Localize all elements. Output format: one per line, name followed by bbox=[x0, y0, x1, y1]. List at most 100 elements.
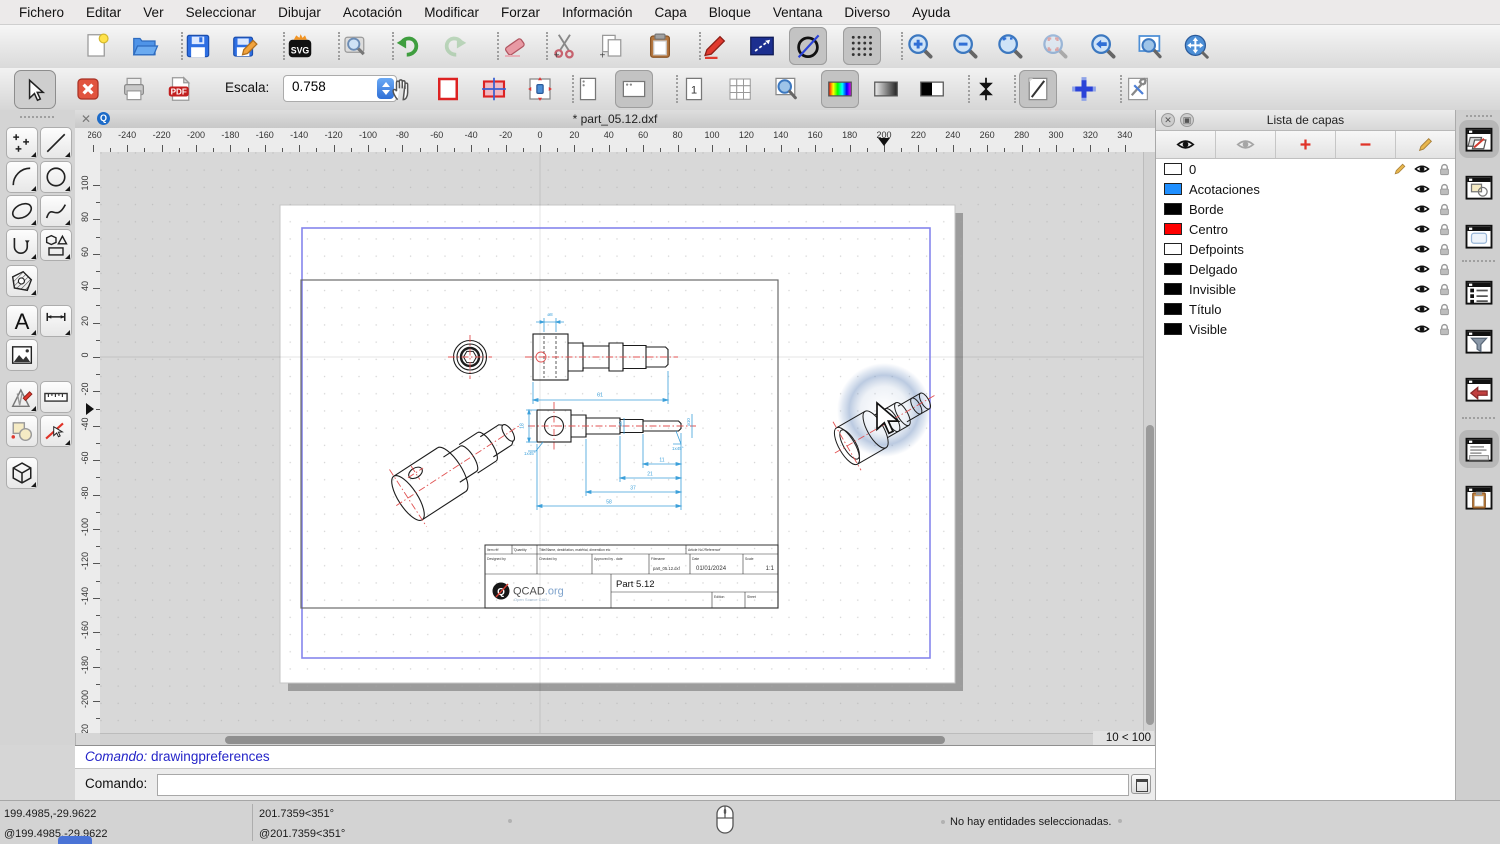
svg-export-button[interactable]: SVG bbox=[281, 27, 319, 65]
menu-dibujar[interactable]: Dibujar bbox=[267, 0, 332, 25]
layer-visibility-icon[interactable] bbox=[1411, 242, 1433, 256]
layer-lock-icon[interactable] bbox=[1433, 163, 1455, 176]
layer-lock-icon[interactable] bbox=[1433, 263, 1455, 276]
color-mode-button[interactable] bbox=[821, 70, 859, 108]
layer-visibility-icon[interactable] bbox=[1411, 322, 1433, 336]
menu-forzar[interactable]: Forzar bbox=[490, 0, 551, 25]
menu-ver[interactable]: Ver bbox=[132, 0, 174, 25]
command-input[interactable] bbox=[157, 774, 1129, 796]
dock-properties-button[interactable] bbox=[1464, 278, 1494, 306]
vertical-scrollbar-thumb[interactable] bbox=[1146, 425, 1154, 725]
arc-tool[interactable] bbox=[6, 161, 38, 193]
layer-visibility-icon[interactable] bbox=[1411, 202, 1433, 216]
dock-relations-button[interactable] bbox=[1464, 375, 1494, 403]
block-tool[interactable] bbox=[6, 415, 38, 447]
scale-field[interactable] bbox=[283, 75, 397, 102]
menu-seleccionar[interactable]: Seleccionar bbox=[175, 0, 268, 25]
zoom-auto-button[interactable] bbox=[991, 27, 1029, 65]
bw-mode-button[interactable] bbox=[913, 70, 951, 108]
dock-clipboard-button[interactable] bbox=[1464, 483, 1494, 511]
preferences-button[interactable] bbox=[1119, 70, 1157, 108]
page-landscape-button[interactable] bbox=[615, 70, 653, 108]
zoom-previous-button[interactable] bbox=[1084, 27, 1122, 65]
text-tool[interactable]: A bbox=[6, 305, 38, 337]
pan-hand-button[interactable] bbox=[383, 70, 421, 108]
layer-row-acotaciones[interactable]: Acotaciones bbox=[1156, 179, 1455, 199]
solid-3d-tool[interactable] bbox=[6, 457, 38, 489]
show-all-button[interactable] bbox=[1156, 131, 1216, 158]
image-tool[interactable] bbox=[6, 339, 38, 371]
spline-tool[interactable] bbox=[40, 195, 72, 227]
page-portrait-button[interactable] bbox=[569, 70, 607, 108]
menu-capa[interactable]: Capa bbox=[644, 0, 698, 25]
menu-acotacion[interactable]: Acotación bbox=[332, 0, 413, 25]
hatch-tool[interactable] bbox=[6, 265, 38, 297]
layer-lock-icon[interactable] bbox=[1433, 243, 1455, 256]
dock-layers-button[interactable] bbox=[1464, 125, 1494, 153]
modify-tool[interactable] bbox=[40, 415, 72, 447]
measure-ruler-tool[interactable] bbox=[40, 381, 72, 413]
layer-lock-icon[interactable] bbox=[1433, 223, 1455, 236]
layer-visibility-icon[interactable] bbox=[1411, 162, 1433, 176]
scale-input[interactable] bbox=[290, 78, 374, 95]
layer-lock-icon[interactable] bbox=[1433, 283, 1455, 296]
menu-diverso[interactable]: Diverso bbox=[833, 0, 901, 25]
layer-row-defpoints[interactable]: Defpoints bbox=[1156, 239, 1455, 259]
shapes-tool[interactable] bbox=[40, 229, 72, 261]
edit-layer-button[interactable] bbox=[1396, 131, 1455, 158]
draw-pencil-button[interactable] bbox=[696, 27, 734, 65]
pointer-tool-button[interactable] bbox=[14, 70, 56, 109]
circle-2points-button[interactable] bbox=[789, 27, 827, 65]
pan-button[interactable] bbox=[1177, 27, 1215, 65]
layer-lock-icon[interactable] bbox=[1433, 323, 1455, 336]
single-page-button[interactable]: 1 bbox=[675, 70, 713, 108]
print-button[interactable] bbox=[115, 70, 153, 108]
open-file-button[interactable] bbox=[126, 27, 164, 65]
hairline-button[interactable] bbox=[967, 70, 1005, 108]
layer-row-[interactable]: 0 bbox=[1156, 159, 1455, 179]
ellipse-tool[interactable] bbox=[6, 195, 38, 227]
dock-command-button[interactable] bbox=[1464, 435, 1494, 463]
remove-layer-button[interactable] bbox=[1336, 131, 1396, 158]
layer-row-visible[interactable]: Visible bbox=[1156, 319, 1455, 339]
zoom-selection-button[interactable] bbox=[1036, 27, 1074, 65]
layer-visibility-icon[interactable] bbox=[1411, 262, 1433, 276]
cut-button[interactable]: + bbox=[546, 27, 584, 65]
dock-filter-button[interactable] bbox=[1464, 327, 1494, 355]
layer-row-centro[interactable]: Centro bbox=[1156, 219, 1455, 239]
zoom-in-button[interactable] bbox=[901, 27, 939, 65]
zoom-out-button[interactable] bbox=[946, 27, 984, 65]
layer-row-invisible[interactable]: Invisible bbox=[1156, 279, 1455, 299]
menu-bloque[interactable]: Bloque bbox=[698, 0, 762, 25]
snap-grid-button[interactable] bbox=[843, 27, 881, 65]
grayscale-mode-button[interactable] bbox=[867, 70, 905, 108]
paper-preview-button[interactable] bbox=[1019, 70, 1057, 108]
crosshair-button[interactable] bbox=[1065, 70, 1103, 108]
layer-row-borde[interactable]: Borde bbox=[1156, 199, 1455, 219]
points-tool[interactable] bbox=[6, 127, 38, 159]
layer-visibility-icon[interactable] bbox=[1411, 282, 1433, 296]
layer-lock-icon[interactable] bbox=[1433, 203, 1455, 216]
copy-button[interactable]: + bbox=[593, 27, 631, 65]
layer-visibility-icon[interactable] bbox=[1411, 302, 1433, 316]
palette-handle[interactable] bbox=[20, 116, 54, 118]
menu-modificar[interactable]: Modificar bbox=[413, 0, 490, 25]
polyline-tool[interactable] bbox=[6, 229, 38, 261]
dock-handle[interactable] bbox=[1466, 115, 1492, 117]
drawing-canvas[interactable]: ø8 61 bbox=[100, 152, 1143, 733]
layer-lock-icon[interactable] bbox=[1433, 303, 1455, 316]
layer-row-titulo[interactable]: Título bbox=[1156, 299, 1455, 319]
zoom-page-button[interactable] bbox=[767, 70, 805, 108]
paper-crop-button[interactable] bbox=[475, 70, 513, 108]
menu-informacion[interactable]: Información bbox=[551, 0, 644, 25]
layer-visibility-icon[interactable] bbox=[1411, 222, 1433, 236]
command-options-button[interactable] bbox=[1131, 774, 1151, 794]
paper-border-button[interactable] bbox=[429, 70, 467, 108]
circle-tool[interactable] bbox=[40, 161, 72, 193]
paste-button[interactable] bbox=[641, 27, 679, 65]
hide-all-button[interactable] bbox=[1216, 131, 1276, 158]
zoom-window-button[interactable] bbox=[1131, 27, 1169, 65]
pdf-export-button[interactable]: PDF bbox=[161, 70, 199, 108]
close-document-button[interactable] bbox=[69, 70, 107, 108]
dimension-blue-button[interactable] bbox=[743, 27, 781, 65]
